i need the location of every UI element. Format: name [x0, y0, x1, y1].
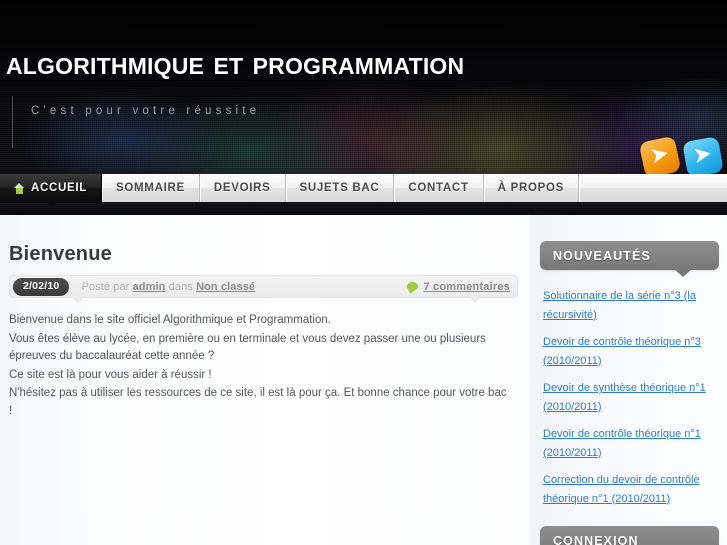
nav-item-a-propos-label: À propos — [497, 182, 564, 194]
nav-item-devoirs[interactable]: Devoirs — [199, 174, 286, 202]
post-meta-text: Posté par admin dans Non classé — [81, 281, 255, 293]
post-paragraph: N'hésitez pas à utiliser les ressources … — [9, 387, 507, 417]
twitter-icon-glyph: ➤ — [692, 142, 713, 168]
main-navigation: Accueil Sommaire Devoirs Sujets Bac Cont… — [0, 174, 727, 208]
nav-item-sommaire-label: Sommaire — [116, 182, 185, 194]
widget-nouveautes-header: Nouveautés — [540, 241, 719, 277]
sidebar-link[interactable]: Devoir de contrôle théorique n°3 (2010/2… — [543, 336, 701, 367]
post-category-link[interactable]: Non classé — [196, 281, 255, 293]
site-title: Algorithmique et Programmation — [6, 44, 465, 81]
page-body: Bienvenue 2/02/10 Posté par admin dans N… — [0, 202, 727, 545]
widget-nouveautes-title: Nouveautés — [553, 248, 651, 263]
post-meta-prefix: Posté par — [81, 280, 130, 293]
nav-item-a-propos[interactable]: À propos — [483, 174, 579, 202]
nav-filler — [578, 174, 727, 202]
comment-bubble-icon — [407, 282, 419, 294]
list-item: Devoir de contrôle théorique n°3 (2010/2… — [543, 332, 717, 369]
rss-icon-glyph: ➤ — [649, 142, 671, 168]
widget-nouveautes: Nouveautés Solutionnaire de la série n°3… — [540, 241, 719, 520]
content-wrapper: Bienvenue 2/02/10 Posté par admin dans N… — [0, 215, 727, 545]
list-item: Correction du devoir de contrôle théoriq… — [543, 470, 717, 507]
page-root: Algorithmique et Programmation C'est pou… — [0, 0, 727, 545]
main-content: Bienvenue 2/02/10 Posté par admin dans N… — [0, 215, 530, 545]
site-header: Algorithmique et Programmation C'est pou… — [0, 0, 727, 175]
nav-item-sujets-bac-label: Sujets Bac — [299, 182, 380, 194]
site-tagline: C'est pour votre réussite — [31, 105, 261, 117]
post-meta-bar: 2/02/10 Posté par admin dans Non classé … — [9, 275, 518, 303]
list-item: Solutionnaire de la série n°3 (la récurs… — [543, 286, 717, 323]
nav-item-contact[interactable]: Contact — [394, 174, 484, 202]
home-icon — [14, 182, 25, 194]
twitter-icon[interactable]: ➤ — [682, 136, 724, 175]
sidebar-link[interactable]: Devoir de synthèse théorique n°1 (2010/2… — [543, 382, 706, 413]
post-author-link[interactable]: admin — [133, 281, 166, 293]
list-item: Devoir de contrôle théorique n°1 (2010/2… — [543, 424, 717, 461]
sidebar-link[interactable]: Correction du devoir de contrôle théoriq… — [543, 474, 700, 505]
sidebar-link[interactable]: Solutionnaire de la série n°3 (la récurs… — [543, 290, 696, 321]
nav-item-sommaire[interactable]: Sommaire — [102, 174, 200, 202]
post-meta-middle: dans — [168, 280, 193, 293]
social-icons: ➤ ➤ — [638, 135, 724, 175]
post-paragraph: Ce site est là pour vous aider à réussir… — [9, 368, 212, 381]
nav-item-devoirs-label: Devoirs — [213, 182, 271, 194]
post-paragraph: Bienvenue dans le site officiel Algorith… — [9, 314, 331, 326]
header-bottom-strip — [0, 202, 727, 215]
widget-connexion: Connexion Nom d'utilisateur — [540, 526, 719, 545]
widget-connexion-header: Connexion — [540, 526, 719, 545]
sidebar: Nouveautés Solutionnaire de la série n°3… — [530, 215, 727, 545]
post-body: Bienvenue dans le site officiel Algorith… — [9, 312, 518, 420]
post-date-badge: 2/02/10 — [13, 277, 70, 296]
post-paragraph: Vous êtes élève au lycée, en première ou… — [9, 332, 486, 363]
widget-nouveautes-list: Solutionnaire de la série n°3 (la récurs… — [540, 270, 719, 520]
post-title: Bienvenue — [9, 243, 112, 265]
tagline-container: C'est pour votre réussite — [12, 96, 260, 148]
nav-item-accueil-label: Accueil — [31, 182, 88, 194]
nav-item-accueil[interactable]: Accueil — [0, 174, 103, 208]
nav-item-contact-label: Contact — [408, 182, 469, 194]
nav-item-sujets-bac[interactable]: Sujets Bac — [285, 174, 395, 202]
post-comments-link[interactable]: 7 commentaires — [423, 281, 510, 293]
list-item: Devoir de synthèse théorique n°1 (2010/2… — [543, 378, 717, 415]
sidebar-link[interactable]: Devoir de contrôle théorique n°1 (2010/2… — [543, 428, 701, 459]
widget-connexion-title: Connexion — [553, 533, 639, 545]
post-comments-group: 7 commentaires — [407, 281, 510, 294]
rss-icon[interactable]: ➤ — [638, 135, 682, 175]
